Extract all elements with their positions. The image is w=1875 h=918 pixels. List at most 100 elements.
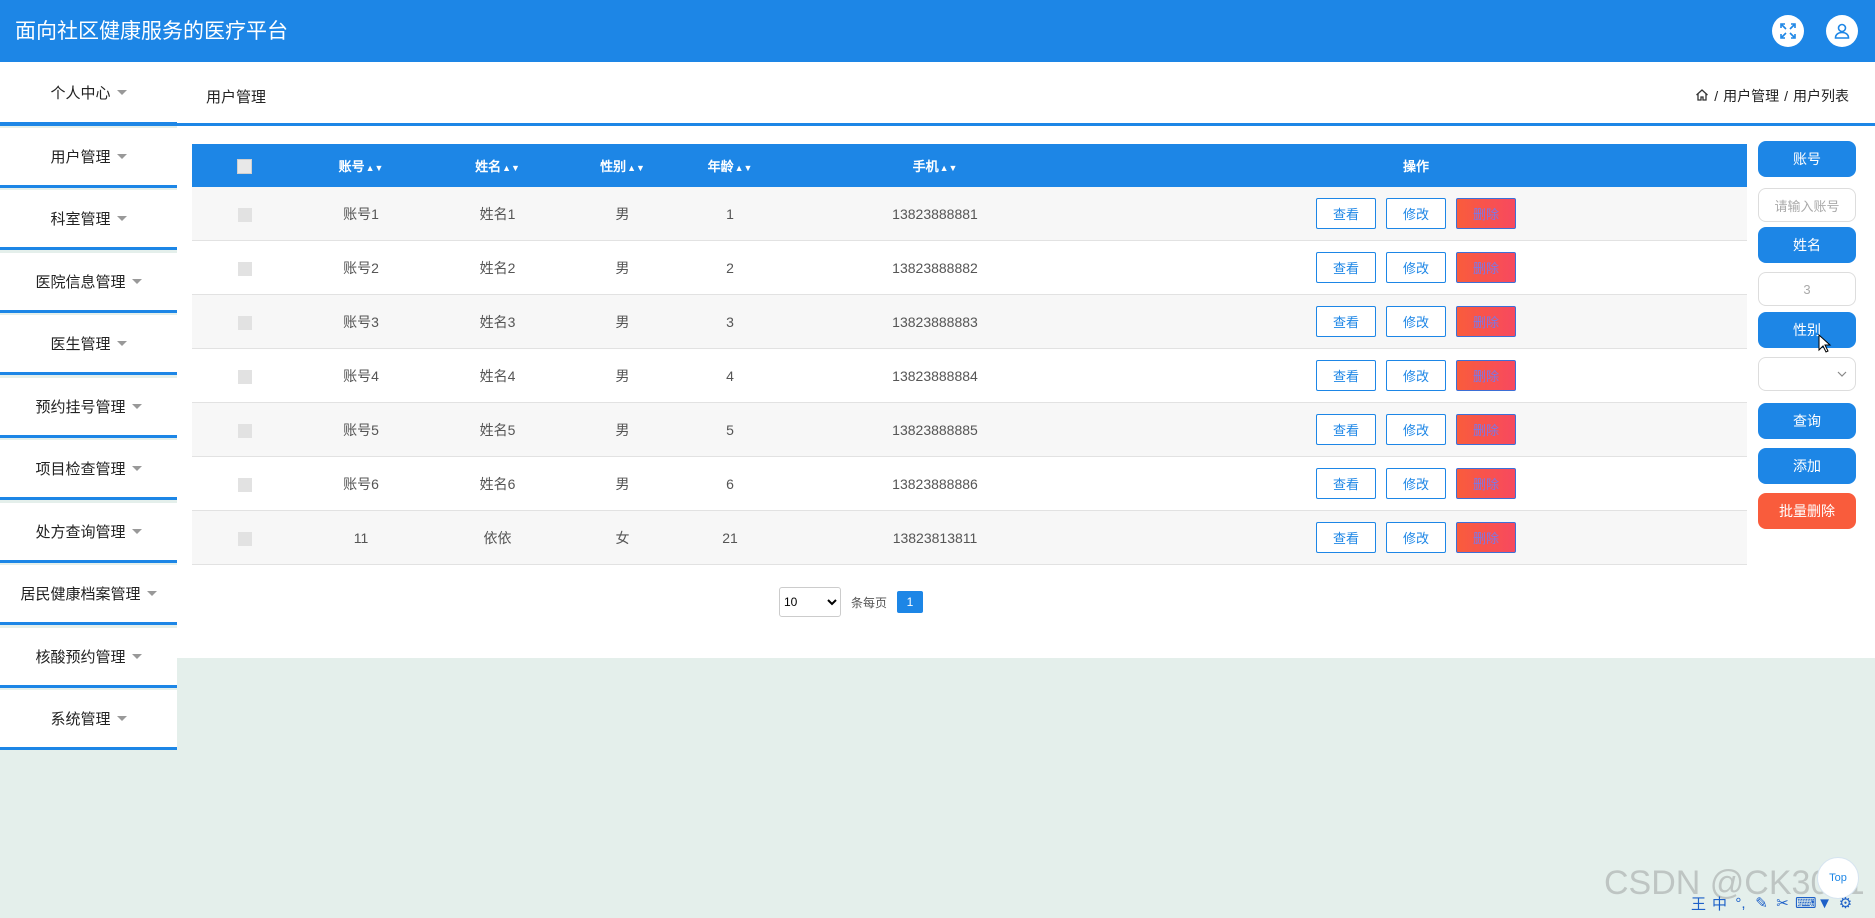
ime-logo-icon[interactable]: 王: [1690, 893, 1707, 914]
edit-button[interactable]: 修改: [1386, 414, 1446, 445]
sidebar-item-personal-center[interactable]: 个人中心: [0, 62, 177, 125]
edit-button[interactable]: 修改: [1386, 306, 1446, 337]
view-button[interactable]: 查看: [1316, 252, 1376, 283]
row-checkbox[interactable]: [237, 423, 252, 438]
cell-gender: 男: [570, 402, 675, 457]
view-button[interactable]: 查看: [1316, 468, 1376, 499]
delete-button[interactable]: 删除: [1456, 360, 1516, 391]
cell-account: 账号2: [297, 240, 425, 295]
ime-skin-icon[interactable]: ▼: [1816, 895, 1833, 912]
name-search-input[interactable]: 3: [1758, 272, 1856, 306]
gender-select[interactable]: [1758, 357, 1856, 391]
ime-toolbar: 王 中 °, ✎ ✂ ⌨ ▼ ⚙: [1690, 892, 1854, 914]
account-search-input[interactable]: 请输入账号: [1758, 188, 1856, 222]
cell-account: 11: [297, 510, 425, 565]
edit-button[interactable]: 修改: [1386, 252, 1446, 283]
row-checkbox[interactable]: [237, 531, 252, 546]
sidebar-item-prescription[interactable]: 处方查询管理: [0, 503, 177, 563]
ime-chinese-icon[interactable]: 中: [1711, 893, 1728, 914]
column-header-gender[interactable]: 性别▲▼: [570, 144, 675, 187]
cell-gender: 男: [570, 294, 675, 349]
table-row: 账号3 姓名3 男 3 13823888883 查看 修改 删除: [192, 294, 1747, 349]
cell-phone: 13823888885: [785, 402, 1085, 457]
page-size-select[interactable]: 10: [779, 587, 841, 617]
table-row: 账号5 姓名5 男 5 13823888885 查看 修改 删除: [192, 402, 1747, 457]
query-button[interactable]: 查询: [1758, 403, 1856, 439]
cell-age: 2: [675, 240, 785, 295]
caret-down-icon: [116, 154, 127, 159]
edit-button[interactable]: 修改: [1386, 468, 1446, 499]
breadcrumb: / 用户管理 / 用户列表: [1695, 86, 1849, 106]
sidebar-item-appointment[interactable]: 预约挂号管理: [0, 378, 177, 438]
column-header-actions: 操作: [1085, 144, 1747, 187]
ime-keyboard-icon[interactable]: ⌨: [1795, 894, 1817, 912]
page-button-1[interactable]: 1: [897, 591, 924, 613]
view-button[interactable]: 查看: [1316, 522, 1376, 553]
table-header-row: 账号▲▼ 姓名▲▼ 性别▲▼ 年龄▲▼ 手机▲▼ 操作: [192, 144, 1747, 187]
cell-name: 姓名2: [425, 240, 570, 295]
cell-gender: 男: [570, 187, 675, 241]
sidebar-item-user-management[interactable]: 用户管理: [0, 128, 177, 188]
edit-button[interactable]: 修改: [1386, 198, 1446, 229]
sidebar-item-hospital-info[interactable]: 医院信息管理: [0, 253, 177, 313]
edit-button[interactable]: 修改: [1386, 522, 1446, 553]
edit-button[interactable]: 修改: [1386, 360, 1446, 391]
column-header-phone[interactable]: 手机▲▼: [785, 144, 1085, 187]
cell-name: 姓名4: [425, 348, 570, 403]
user-avatar-icon[interactable]: [1826, 15, 1858, 47]
ime-scissors-icon[interactable]: ✂: [1774, 894, 1791, 912]
delete-button[interactable]: 删除: [1456, 306, 1516, 337]
home-icon[interactable]: [1695, 88, 1709, 105]
row-checkbox[interactable]: [237, 315, 252, 330]
cell-name: 姓名5: [425, 402, 570, 457]
cell-age: 6: [675, 456, 785, 511]
caret-down-icon: [131, 529, 142, 534]
view-button[interactable]: 查看: [1316, 360, 1376, 391]
sidebar-item-doctor-management[interactable]: 医生管理: [0, 315, 177, 375]
delete-button[interactable]: 删除: [1456, 522, 1516, 553]
sidebar-item-health-records[interactable]: 居民健康档案管理: [0, 565, 177, 625]
sort-icon: ▲▼: [734, 163, 753, 173]
column-header-account[interactable]: 账号▲▼: [297, 144, 425, 187]
mouse-cursor-icon: [1818, 334, 1832, 353]
breadcrumb-item-user-management[interactable]: 用户管理: [1723, 86, 1779, 106]
fullscreen-icon[interactable]: [1772, 15, 1804, 47]
column-header-age[interactable]: 年龄▲▼: [675, 144, 785, 187]
cell-gender: 女: [570, 510, 675, 565]
breadcrumb-item-user-list: 用户列表: [1793, 88, 1849, 104]
app-title: 面向社区健康服务的医疗平台: [15, 19, 288, 43]
page-title: 用户管理: [206, 89, 267, 106]
add-button[interactable]: 添加: [1758, 448, 1856, 484]
batch-delete-button[interactable]: 批量删除: [1758, 493, 1856, 529]
delete-button[interactable]: 删除: [1456, 198, 1516, 229]
view-button[interactable]: 查看: [1316, 414, 1376, 445]
sidebar-item-nucleic-acid[interactable]: 核酸预约管理: [0, 628, 177, 688]
sidebar-item-system-management[interactable]: 系统管理: [0, 690, 177, 750]
select-all-checkbox[interactable]: [237, 158, 252, 174]
delete-button[interactable]: 删除: [1456, 252, 1516, 283]
ime-punct-icon[interactable]: °,: [1732, 895, 1749, 912]
cell-phone: 13823888884: [785, 348, 1085, 403]
sidebar-item-department-management[interactable]: 科室管理: [0, 190, 177, 250]
delete-button[interactable]: 删除: [1456, 414, 1516, 445]
cell-name: 姓名1: [425, 187, 570, 241]
user-table: 账号▲▼ 姓名▲▼ 性别▲▼ 年龄▲▼ 手机▲▼ 操作 账号1 姓名1 男 1 …: [192, 144, 1747, 565]
row-checkbox[interactable]: [237, 477, 252, 492]
account-label-button: 账号: [1758, 141, 1856, 177]
cell-gender: 男: [570, 456, 675, 511]
sort-icon: ▲▼: [939, 163, 958, 173]
row-checkbox[interactable]: [237, 261, 252, 276]
ime-pen-icon[interactable]: ✎: [1753, 894, 1770, 912]
view-button[interactable]: 查看: [1316, 198, 1376, 229]
cell-gender: 男: [570, 240, 675, 295]
cell-age: 1: [675, 187, 785, 241]
column-header-name[interactable]: 姓名▲▼: [425, 144, 570, 187]
chevron-down-icon: [1837, 371, 1847, 377]
row-checkbox[interactable]: [237, 369, 252, 384]
delete-button[interactable]: 删除: [1456, 468, 1516, 499]
view-button[interactable]: 查看: [1316, 306, 1376, 337]
ime-settings-icon[interactable]: ⚙: [1837, 894, 1854, 912]
row-checkbox[interactable]: [237, 207, 252, 222]
sidebar-item-exam-management[interactable]: 项目检查管理: [0, 440, 177, 500]
name-label-button: 姓名: [1758, 227, 1856, 263]
